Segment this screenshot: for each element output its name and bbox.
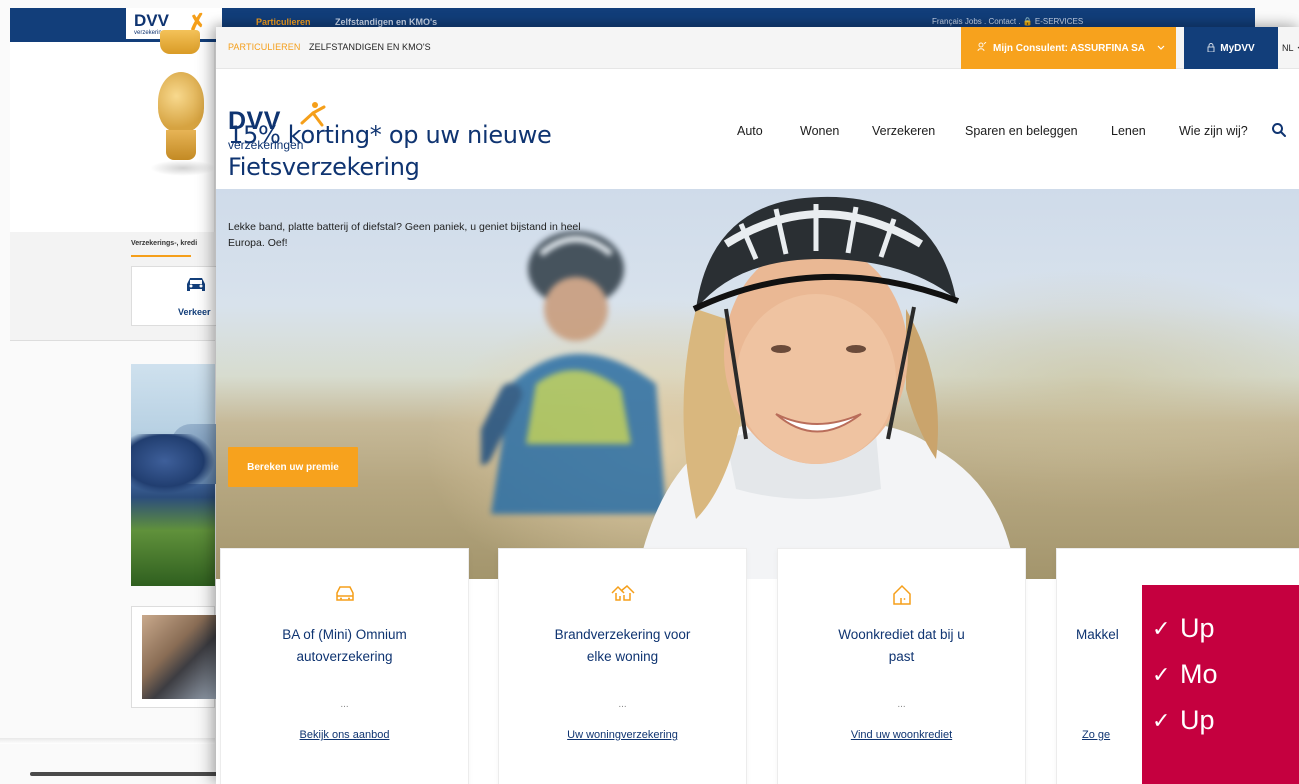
card-dots: ... (897, 699, 906, 710)
old-logo-text: DVV (134, 11, 169, 30)
old-category-label: Verkeer (178, 307, 211, 317)
old-footer-divider (0, 738, 215, 744)
nav-item-auto[interactable]: Auto (737, 124, 763, 138)
product-card-woonkrediet[interactable]: Woonkrediet dat bij u past ... Vind uw w… (777, 548, 1026, 784)
check-icon: ✓ (1152, 617, 1171, 642)
old-tab-zelfstandigen[interactable]: Zelfstandigen en KMO's (335, 17, 437, 27)
hero-description-line1: Lekke band, platte batterij of diefstal?… (228, 221, 581, 233)
chevron-down-icon (1157, 43, 1165, 53)
card-title-line1: Woonkrediet dat bij u (838, 627, 965, 642)
card-title: BA of (Mini) Omnium autoverzekering (239, 624, 450, 667)
language-select[interactable]: NL (1282, 27, 1299, 69)
card-dots: ... (618, 699, 627, 710)
old-divider (10, 340, 215, 341)
nav-item-verzekeren[interactable]: Verzekeren (872, 124, 935, 138)
hero-title: 15% korting* op uw nieuwe Fietsverzekeri… (228, 119, 688, 184)
consultant-dropdown-button[interactable]: Mijn Consulent: ASSURFINA SA (961, 27, 1176, 69)
card-title: Brandverzekering voor elke woning (517, 624, 728, 667)
hero-title-line1: 15% korting* op uw nieuwe (228, 121, 552, 149)
composite-screenshot: DVV ✗ verzekeringen Particulieren Zelfst… (0, 0, 1299, 784)
old-bottom-bar (30, 772, 220, 776)
search-icon[interactable] (1271, 122, 1287, 138)
old-car-photo (131, 364, 221, 586)
checklist-overlay: ✓ Up ✓ Mo ✓ Up (1142, 585, 1299, 784)
card-link-woonkrediet[interactable]: Vind uw woonkrediet (778, 729, 1025, 741)
card-title-line1: BA of (Mini) Omnium (282, 627, 407, 642)
old-banner-lamp-image (150, 30, 218, 190)
nav-item-wonen[interactable]: Wonen (800, 124, 839, 138)
checklist-item: Mo (1180, 659, 1218, 689)
checklist-item: Up (1180, 613, 1215, 643)
nav-item-sparen-en-beleggen[interactable]: Sparen en beleggen (965, 124, 1078, 138)
checklist-item: Up (1180, 705, 1215, 735)
hero-title-line2: Fietsverzekering (228, 153, 420, 182)
lock-icon (1207, 42, 1215, 54)
top-utility-bar: PARTICULIEREN ZELFSTANDIGEN EN KMO'S Mij… (216, 27, 1299, 69)
check-icon: ✓ (1152, 709, 1171, 734)
old-top-links[interactable]: Français Jobs . Contact . 🔒 E-SERVICES (932, 17, 1083, 26)
language-value: NL (1282, 43, 1294, 53)
consultant-person-icon (977, 41, 987, 54)
hero-description: Lekke band, platte batterij of diefstal?… (228, 219, 698, 252)
car-icon (221, 584, 468, 606)
old-car-icon (184, 275, 208, 299)
calculate-premium-button[interactable]: Bereken uw premie (228, 447, 358, 487)
hero-description-line2: Europa. Oef! (228, 237, 288, 250)
nav-item-wie-zijn-wij[interactable]: Wie zijn wij? (1179, 124, 1248, 138)
card-title-line2: autoverzekering (296, 648, 393, 664)
product-card-auto[interactable]: BA of (Mini) Omnium autoverzekering ... … (220, 548, 469, 784)
mydvv-label: MyDVV (1220, 42, 1255, 54)
house-icon (778, 584, 1025, 606)
card-dots: ... (340, 699, 349, 710)
old-tab-particulieren[interactable]: Particulieren (248, 8, 318, 42)
old-section-heading: Verzekerings-, kredi (131, 240, 198, 247)
old-heading-underline (131, 255, 191, 257)
segment-particulieren[interactable]: PARTICULIEREN (228, 42, 300, 52)
card-title-line2: elke woning (586, 648, 659, 664)
card-title: Woonkrediet dat bij u past (796, 624, 1007, 667)
card-title-line1: Brandverzekering voor (554, 627, 691, 642)
consultant-label: Mijn Consulent: ASSURFINA SA (993, 42, 1146, 54)
new-site-screenshot: PARTICULIEREN ZELFSTANDIGEN EN KMO'S Mij… (216, 27, 1299, 784)
product-card-brand[interactable]: Brandverzekering voor elke woning ... Uw… (498, 548, 747, 784)
nav-item-lenen[interactable]: Lenen (1111, 124, 1146, 138)
old-laptop-photo (131, 606, 216, 708)
card-link-bekijk-aanbod[interactable]: Bekijk ons aanbod (221, 729, 468, 741)
check-icon: ✓ (1152, 663, 1171, 688)
mydvv-button[interactable]: MyDVV (1184, 27, 1278, 69)
card-title-line2: past (888, 648, 915, 664)
old-category-card[interactable]: Verkeer (131, 266, 221, 326)
card-link-woningverzekering[interactable]: Uw woningverzekering (499, 729, 746, 741)
segment-zelfstandigen[interactable]: ZELFSTANDIGEN EN KMO'S (309, 42, 431, 52)
houses-icon (499, 584, 746, 606)
